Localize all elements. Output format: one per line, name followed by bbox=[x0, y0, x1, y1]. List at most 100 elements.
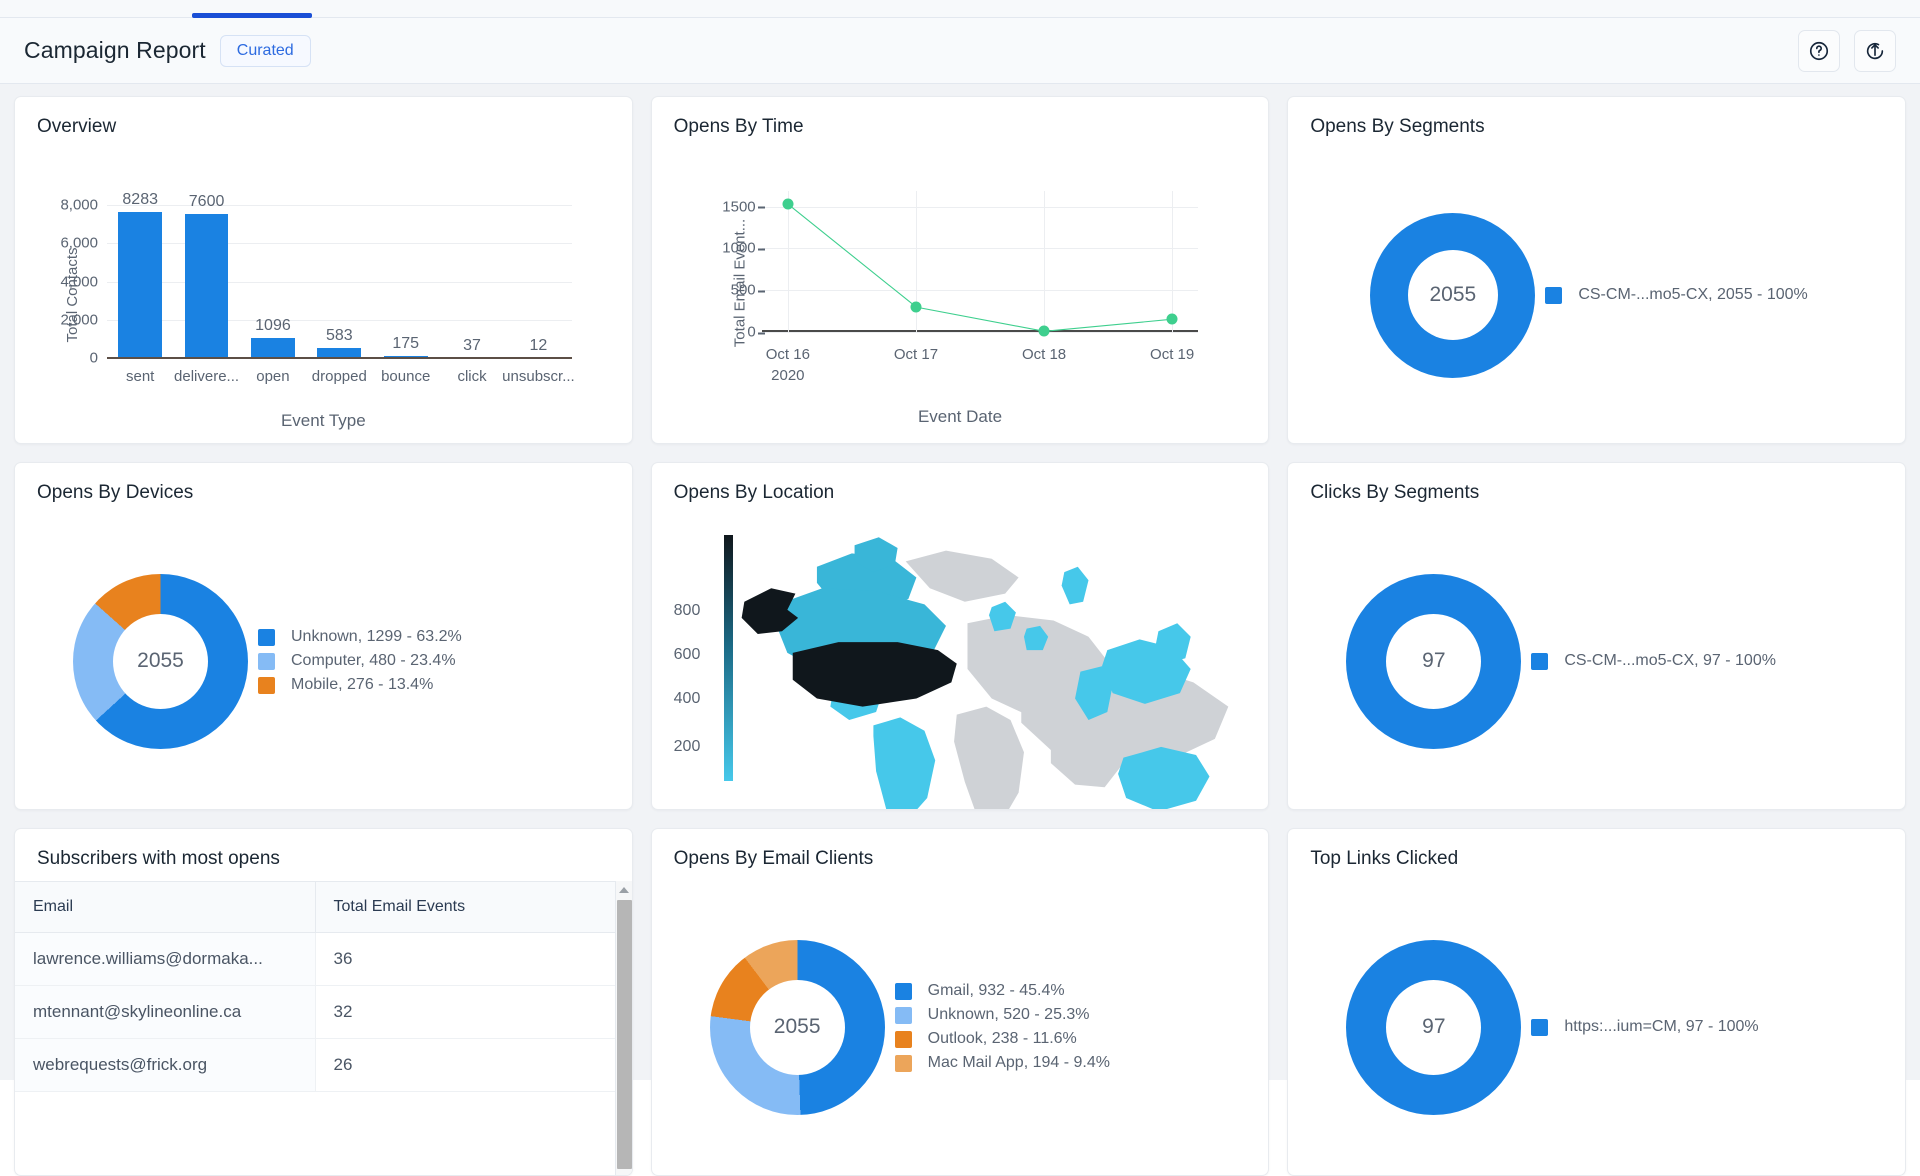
dashboard-grid: Overview Total Contacts Event Type 0 2,00… bbox=[14, 96, 1906, 1176]
y-tick-label: 6,000 bbox=[60, 234, 98, 252]
legend-label: Computer, 480 - 23.4% bbox=[291, 652, 456, 669]
card-title: Opens By Segments bbox=[1310, 116, 1485, 137]
table-cell: webrequests@frick.org bbox=[15, 1038, 316, 1092]
x-axis-line bbox=[107, 357, 572, 359]
legend-item[interactable]: Unknown, 520 - 25.3% bbox=[894, 1006, 1110, 1024]
card-opens-by-segments[interactable]: Opens By Segments 2055 CS-CM-...mo5-CX, … bbox=[1287, 96, 1906, 444]
donut-chart[interactable]: 97 bbox=[1346, 573, 1522, 749]
scale-tick-label: 400 bbox=[673, 690, 701, 708]
help-circle-icon bbox=[1808, 40, 1830, 62]
legend-item[interactable]: Gmail, 932 - 45.4% bbox=[894, 982, 1110, 1000]
x-axis-label: Event Date bbox=[917, 407, 1003, 426]
card-clicks-by-segments[interactable]: Clicks By Segments 97 CS-CM-...mo5-CX, 9… bbox=[1287, 462, 1906, 810]
legend-item[interactable]: Mac Mail App, 194 - 9.4% bbox=[894, 1054, 1110, 1072]
subscribers-table-wrap: Email Total Email Events lawrence.william… bbox=[15, 881, 632, 1175]
scroll-up-button[interactable] bbox=[616, 881, 632, 898]
card-body: Total Contacts Event Type 0 2,000 4,000 6,0… bbox=[15, 147, 632, 443]
bar-column[interactable]: 583 dropped bbox=[306, 191, 372, 385]
data-point[interactable] bbox=[910, 301, 922, 313]
table-row[interactable]: mtennant@skylineonline.ca 32 bbox=[15, 985, 632, 1039]
bar-column[interactable]: 37 click bbox=[439, 191, 505, 385]
bar-column[interactable]: 8283 sent bbox=[107, 191, 173, 385]
donut-wrap: 2055 Gmail, 932 - 45.4% Unknown, 520 - 25… bbox=[652, 879, 1269, 1175]
x-tick-label: Oct 19 bbox=[1150, 346, 1195, 363]
bar-value-label: 1096 bbox=[255, 317, 291, 335]
bar-column[interactable]: 175 bounce bbox=[373, 191, 439, 385]
card-title: Opens By Devices bbox=[37, 482, 194, 503]
legend-swatch bbox=[894, 1006, 912, 1024]
card-opens-by-time[interactable]: Opens By Time Total Email Event... Event… bbox=[650, 96, 1270, 444]
table-cell: lawrence.williams@dormaka... bbox=[15, 932, 316, 986]
table-cell: mtennant@skylineonline.ca bbox=[15, 985, 316, 1039]
donut-chart[interactable]: 2055 bbox=[1370, 212, 1536, 378]
donut-chart[interactable]: 2055 bbox=[709, 939, 885, 1115]
bar-value-label: 583 bbox=[325, 326, 353, 344]
card-opens-by-location[interactable]: Opens By Location 800 600 400 200 bbox=[650, 462, 1270, 810]
card-subscribers[interactable]: Subscribers with most opens Email Total E… bbox=[14, 828, 633, 1176]
legend-label: Gmail, 932 - 45.4% bbox=[927, 982, 1065, 999]
export-button[interactable] bbox=[1854, 29, 1896, 72]
donut-center-label: 97 bbox=[1386, 979, 1482, 1075]
legend-label: Mac Mail App, 194 - 9.4% bbox=[927, 1054, 1110, 1071]
card-title: Clicks By Segments bbox=[1310, 482, 1480, 503]
donut-chart[interactable]: 2055 bbox=[73, 573, 248, 749]
legend-item[interactable]: Computer, 480 - 23.4% bbox=[258, 652, 462, 670]
x-tick-label: Oct 17 bbox=[893, 346, 939, 363]
legend: Gmail, 932 - 45.4% Unknown, 520 - 25.3% Ou… bbox=[894, 976, 1110, 1078]
bar-column[interactable]: 12 unsubscr... bbox=[502, 191, 575, 385]
bars: 8283 sent 7600 delivere... 1096 open 583 droppe… bbox=[107, 191, 575, 385]
data-point[interactable] bbox=[1166, 313, 1178, 325]
overview-bar-chart: Total Contacts Event Type 0 2,000 4,000 6,0… bbox=[15, 147, 632, 443]
card-top-links-clicked[interactable]: Top Links Clicked 97 https:...ium=CM, 97… bbox=[1287, 828, 1906, 1176]
x-tick-label: unsubscr... bbox=[502, 368, 575, 385]
x-tick-label: open bbox=[256, 368, 290, 385]
y-tick-label: 1000 bbox=[722, 239, 766, 257]
line-series bbox=[762, 191, 1199, 333]
help-button[interactable] bbox=[1798, 29, 1840, 72]
y-tick-label: 1500 bbox=[722, 198, 766, 216]
opens-by-time-line-chart: Total Email Event... Event Date 0 500 1000… bbox=[652, 147, 1269, 443]
table-header-row: Email Total Email Events bbox=[15, 881, 632, 933]
legend-item[interactable]: https:...ium=CM, 97 - 100% bbox=[1531, 1018, 1759, 1036]
bar[interactable] bbox=[118, 212, 163, 359]
card-opens-by-devices[interactable]: Opens By Devices 2055 Unknown, 1299 - 63… bbox=[14, 462, 633, 810]
legend-swatch bbox=[894, 1030, 912, 1048]
legend-swatch bbox=[894, 982, 912, 1000]
table-column-header[interactable]: Total Email Events bbox=[315, 881, 632, 933]
legend: CS-CM-...mo5-CX, 2055 - 100% bbox=[1545, 280, 1808, 310]
donut-chart[interactable]: 97 bbox=[1346, 939, 1522, 1115]
legend-swatch bbox=[1531, 652, 1549, 670]
card-body: Total Email Event... Event Date 0 500 1000… bbox=[652, 147, 1269, 443]
legend-label: Unknown, 520 - 25.3% bbox=[927, 1006, 1090, 1023]
table-column-header[interactable]: Email bbox=[15, 881, 316, 933]
data-point[interactable] bbox=[1038, 325, 1050, 337]
legend-item[interactable]: CS-CM-...mo5-CX, 2055 - 100% bbox=[1545, 286, 1808, 304]
table-scrollbar[interactable] bbox=[614, 881, 632, 1175]
data-point[interactable] bbox=[782, 198, 794, 210]
card-opens-by-email-clients[interactable]: Opens By Email Clients 2055 Gmail, 932 -… bbox=[650, 828, 1270, 1176]
card-overview[interactable]: Overview Total Contacts Event Type 0 2,00… bbox=[14, 96, 633, 444]
subscribers-table: Email Total Email Events lawrence.william… bbox=[15, 881, 632, 1092]
triangle-up-icon bbox=[619, 886, 630, 893]
card-body: 800 600 400 200 bbox=[652, 513, 1269, 809]
bar[interactable] bbox=[184, 213, 229, 359]
x-tick-label: delivere... bbox=[174, 368, 240, 385]
legend-item[interactable]: CS-CM-...mo5-CX, 97 - 100% bbox=[1531, 652, 1776, 670]
scrollbar-thumb[interactable] bbox=[616, 900, 632, 1169]
donut-center-label: 2055 bbox=[113, 613, 208, 709]
bar-column[interactable]: 7600 delivere... bbox=[173, 191, 239, 385]
card-title: Opens By Time bbox=[673, 116, 804, 137]
x-tick-label: bounce bbox=[381, 368, 431, 385]
legend-item[interactable]: Outlook, 238 - 11.6% bbox=[894, 1030, 1110, 1048]
bar-column[interactable]: 1096 open bbox=[240, 191, 306, 385]
table-row[interactable]: webrequests@frick.org 26 bbox=[15, 1038, 632, 1092]
bar[interactable] bbox=[251, 338, 295, 359]
legend-item[interactable]: Mobile, 276 - 13.4% bbox=[258, 676, 462, 694]
y-tick-label: 0 bbox=[89, 349, 98, 367]
legend-swatch bbox=[894, 1054, 912, 1072]
legend-item[interactable]: Unknown, 1299 - 63.2% bbox=[258, 628, 462, 646]
table-row[interactable]: lawrence.williams@dormaka... 36 bbox=[15, 932, 632, 986]
legend: Unknown, 1299 - 63.2% Computer, 480 - 23.… bbox=[258, 622, 462, 700]
scale-tick-label: 200 bbox=[673, 737, 701, 755]
table-cell: 32 bbox=[315, 985, 632, 1039]
